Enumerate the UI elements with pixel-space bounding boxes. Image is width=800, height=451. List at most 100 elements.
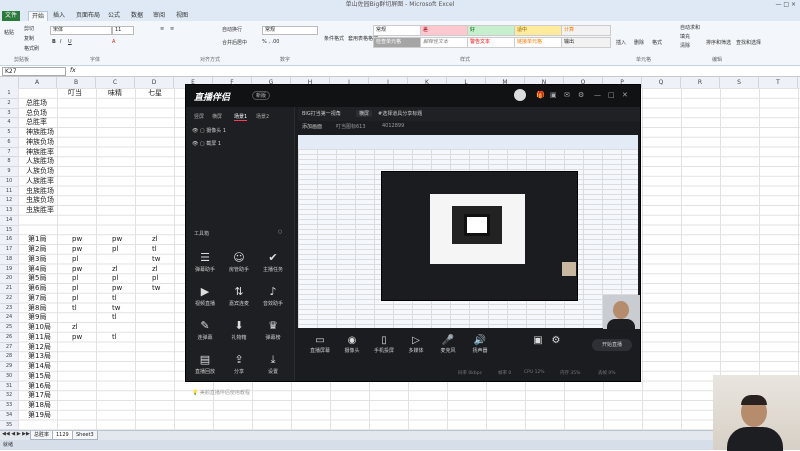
result-cell[interactable]: tl (72, 303, 77, 313)
style-bad[interactable]: 差 (420, 25, 470, 36)
column-header-t[interactable]: T (759, 77, 798, 88)
tab-view[interactable]: 视图 (173, 11, 191, 21)
minimize-icon[interactable]: — (594, 91, 601, 99)
round-label-cell[interactable]: 第2局 (28, 244, 46, 254)
tool-guest[interactable]: ⇅ 嘉宾连麦 (224, 285, 254, 307)
stat-label-cell[interactable]: 人族负场 (26, 166, 54, 176)
tab-file[interactable]: 文件 (2, 11, 21, 21)
result-cell[interactable]: pl (72, 273, 78, 283)
result-cell[interactable]: zl (112, 264, 118, 274)
round-label-cell[interactable]: 第11局 (28, 332, 51, 342)
round-label-cell[interactable]: 第7局 (28, 293, 46, 303)
room-title[interactable]: BIG打当第一视角 (302, 110, 341, 117)
stat-label-cell[interactable]: 总负场 (26, 108, 47, 118)
result-cell[interactable]: zl (152, 234, 158, 244)
action-screen[interactable]: ▭ 直播屏幕 (306, 335, 334, 354)
column-header-c[interactable]: C (96, 77, 135, 88)
stat-label-cell[interactable]: 神族负场 (26, 137, 54, 147)
tool-settings[interactable]: ⤓ 设置 (258, 353, 288, 375)
action-speaker[interactable]: 🔊 扬声器 (466, 335, 494, 354)
tool-share[interactable]: ⇪ 分享 (224, 353, 254, 375)
result-cell[interactable]: pl (72, 254, 78, 264)
result-cell[interactable]: tl (112, 332, 117, 342)
fill-button[interactable]: 填充 (680, 33, 690, 40)
scene-tab-portrait[interactable]: 竖屏 (194, 113, 204, 120)
result-cell[interactable]: tl (152, 244, 157, 254)
stream-preview[interactable] (298, 135, 638, 328)
result-cell[interactable]: pw (72, 332, 82, 342)
result-cell[interactable]: pw (72, 234, 82, 244)
gift-icon[interactable]: 🎁 (536, 91, 545, 99)
scene-tab-2[interactable]: 场景2 (256, 113, 269, 120)
insert-cells-button[interactable]: 插入 (616, 39, 626, 46)
sheet-nav-icon[interactable]: ◀◀ ◀ ▶ ▶▶ (2, 431, 30, 437)
collapse-icon[interactable]: ○ (278, 229, 282, 235)
style-calc[interactable]: 计算 (561, 25, 611, 36)
source-item-camera[interactable]: 👁 ▢ 摄像头 1 (192, 127, 226, 134)
row-header[interactable]: 35 (0, 420, 18, 431)
align-middle-icon[interactable]: ≡ (170, 26, 174, 32)
font-color-icon[interactable]: A (112, 39, 115, 45)
stat-label-cell[interactable]: 人族胜场 (26, 156, 54, 166)
wrap-text-button[interactable]: 自动换行 (222, 26, 242, 33)
column-header-q[interactable]: Q (642, 77, 681, 88)
round-label-cell[interactable]: 第18局 (28, 400, 51, 410)
action-media[interactable]: ▷ 多媒体 (402, 335, 430, 354)
tool-rank[interactable]: ♛ 弹幕榜 (258, 319, 288, 341)
font-size-select[interactable]: 11 (112, 26, 134, 35)
stat-label-cell[interactable]: 总胜率 (26, 117, 47, 127)
column-header-a[interactable]: A (18, 77, 57, 88)
style-warning[interactable]: 警告文本 (467, 37, 517, 48)
go-live-button[interactable]: 开始直播 (592, 339, 632, 351)
header-cell-d[interactable]: 七星 (148, 88, 162, 98)
result-cell[interactable]: tw (152, 283, 160, 293)
round-label-cell[interactable]: 第6局 (28, 283, 46, 293)
sheet-tab-3[interactable]: Sheet3 (72, 431, 98, 440)
result-cell[interactable]: tl (112, 293, 117, 303)
fx-icon[interactable]: fx (70, 67, 76, 74)
round-label-cell[interactable]: 第9局 (28, 312, 46, 322)
round-label-cell[interactable]: 第15局 (28, 371, 51, 381)
stat-label-cell[interactable]: 虫族负场 (26, 195, 54, 205)
maximize-icon[interactable]: □ (608, 91, 615, 99)
tab-data[interactable]: 数据 (128, 11, 146, 21)
stat-label-cell[interactable]: 神族胜场 (26, 127, 54, 137)
result-cell[interactable]: pw (72, 264, 82, 274)
tool-replay[interactable]: ▤ 直播回放 (190, 353, 220, 375)
version-badge[interactable]: 新版 (252, 91, 271, 100)
style-normal[interactable]: 常规 (373, 25, 423, 36)
tool-video[interactable]: ▶ 视频直播 (190, 285, 220, 307)
font-name-select[interactable]: 宋体 (50, 26, 112, 35)
result-cell[interactable]: zl (72, 322, 78, 332)
action-camera[interactable]: ◉ 摄像头 (338, 335, 366, 354)
header-cell-b[interactable]: 叮当 (68, 88, 82, 98)
chat-icon[interactable]: ✉ (564, 91, 570, 99)
style-check[interactable]: 检查单元格 (373, 37, 423, 48)
style-neutral[interactable]: 适中 (514, 25, 564, 36)
tool-danmu-link[interactable]: ✎ 连弹幕 (190, 319, 220, 341)
round-label-cell[interactable]: 第12局 (28, 342, 51, 352)
conditional-format-button[interactable]: 条件格式 (324, 35, 344, 42)
shirt-icon[interactable]: ▣ (550, 91, 557, 99)
delete-cells-button[interactable]: 删除 (634, 39, 644, 46)
align-top-icon[interactable]: ≡ (160, 26, 164, 32)
round-label-cell[interactable]: 第10局 (28, 322, 51, 332)
cut-button[interactable]: 剪切 (24, 25, 34, 32)
scene-tab-landscape[interactable]: 横屏 (212, 113, 222, 120)
style-linked[interactable]: 链接单元格 (514, 37, 564, 48)
round-label-cell[interactable]: 第3局 (28, 254, 46, 264)
tutorial-hint[interactable]: 💡 美颜直播伴侣使用教程 (192, 389, 250, 396)
underline-button[interactable]: U (68, 39, 72, 45)
result-cell[interactable]: tw (152, 254, 160, 264)
round-label-cell[interactable]: 第17局 (28, 390, 51, 400)
preview-webcam-overlay[interactable] (603, 295, 640, 329)
result-cell[interactable]: tl (112, 312, 117, 322)
sheet-tab-2[interactable]: 1129 (52, 431, 73, 440)
settings-icon[interactable]: ⚙ (578, 91, 584, 99)
find-select-button[interactable]: 查找和选择 (736, 39, 761, 46)
scene-tab-1[interactable]: 场景1 (234, 113, 248, 121)
italic-button[interactable]: I (60, 39, 61, 45)
round-label-cell[interactable]: 第4局 (28, 264, 46, 274)
result-cell[interactable]: zl (152, 264, 158, 274)
result-cell[interactable]: pl (112, 273, 118, 283)
